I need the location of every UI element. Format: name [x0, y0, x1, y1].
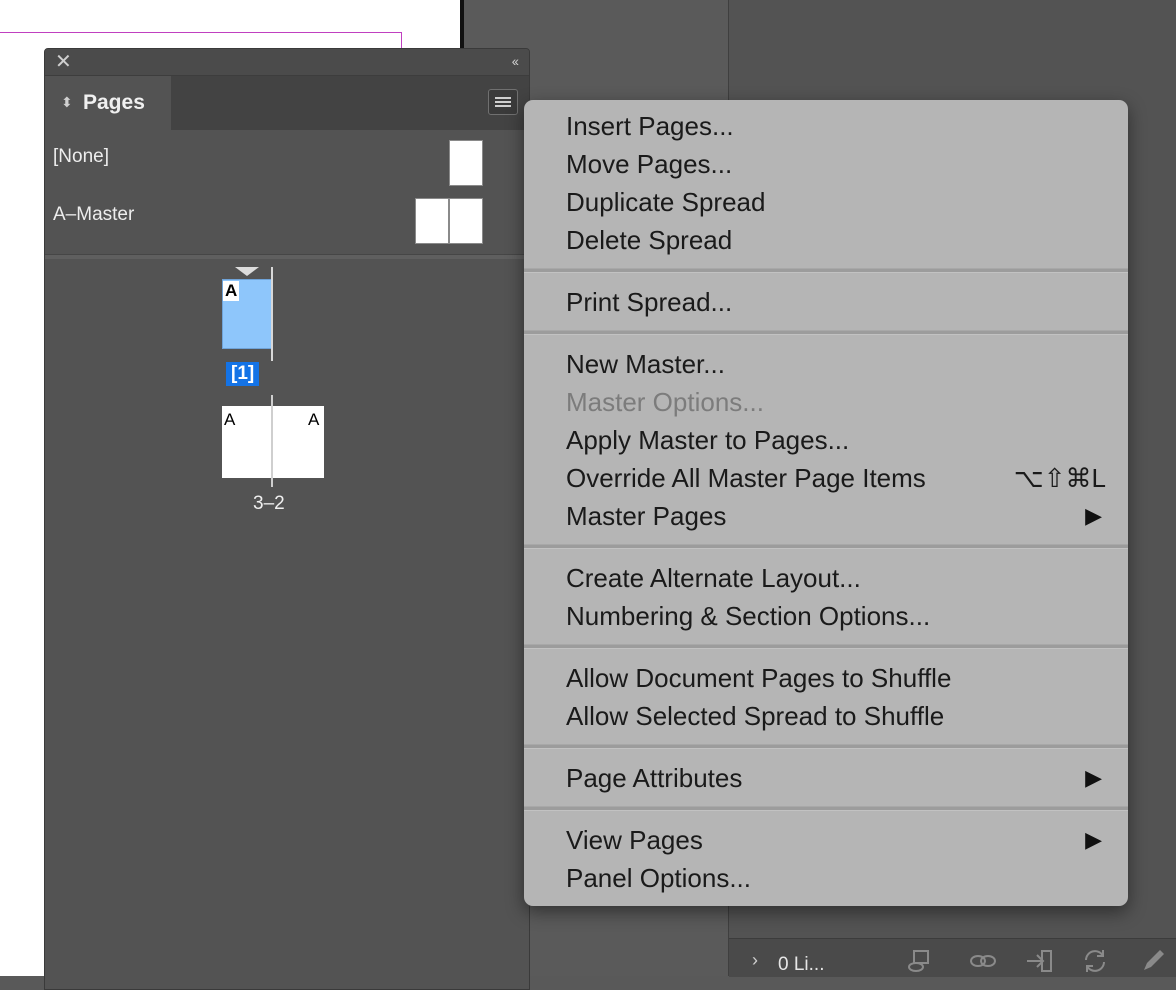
pages-panel: ✕ ‹‹ ⬍ Pages [None] A–Master A [1] A A 3… — [44, 48, 530, 990]
menu-item-label: Duplicate Spread — [566, 187, 766, 217]
menu-item-label: Create Alternate Layout... — [566, 563, 861, 593]
panel-divider[interactable] — [45, 254, 529, 259]
menu-separator — [524, 268, 1128, 273]
menu-item-delete-spread[interactable]: Delete Spread — [566, 221, 1106, 259]
close-icon[interactable]: ✕ — [55, 52, 72, 72]
menu-separator — [524, 806, 1128, 811]
menu-item-print-spread[interactable]: Print Spread... — [566, 283, 1106, 321]
relink-icon[interactable] — [906, 946, 936, 976]
updown-icon[interactable]: ⬍ — [61, 93, 73, 111]
master-prefix: A — [308, 410, 320, 429]
menu-item-label: Move Pages... — [566, 149, 733, 179]
go-to-link-icon[interactable] — [1024, 946, 1054, 976]
menu-item-label: Delete Spread — [566, 225, 733, 255]
master-prefix: A — [223, 281, 240, 301]
menu-item-label: Insert Pages... — [566, 111, 734, 141]
master-a-left-thumbnail[interactable] — [415, 198, 449, 244]
spread-2-label[interactable]: 3–2 — [253, 493, 285, 515]
menu-item-master-options: Master Options... — [566, 383, 1106, 421]
menu-separator — [524, 644, 1128, 649]
panel-tab-strip: ⬍ Pages — [45, 76, 529, 130]
spread-spine — [271, 395, 273, 487]
submenu-arrow-icon: ▶ — [1085, 503, 1102, 528]
submenu-arrow-icon: ▶ — [1085, 827, 1102, 852]
menu-item-view-pages[interactable]: View Pages ▶ — [566, 821, 1106, 859]
menu-item-insert-pages[interactable]: Insert Pages... — [566, 107, 1106, 145]
menu-item-label: Apply Master to Pages... — [566, 425, 850, 455]
menu-item-master-pages[interactable]: Master Pages ▶ — [566, 497, 1106, 535]
menu-item-page-attributes[interactable]: Page Attributes ▶ — [566, 759, 1106, 797]
spread-spine — [271, 267, 273, 361]
links-panel-status: 0 Li... — [778, 954, 825, 975]
page-1-label[interactable]: [1] — [226, 362, 260, 386]
menu-item-panel-options[interactable]: Panel Options... — [566, 859, 1106, 897]
menu-separator — [524, 544, 1128, 549]
update-link-icon[interactable] — [1080, 946, 1110, 976]
menu-separator — [524, 744, 1128, 749]
panel-menu-button[interactable] — [488, 89, 518, 115]
menu-item-label: Numbering & Section Options... — [566, 601, 931, 631]
menu-item-label: Override All Master Page Items — [566, 463, 926, 493]
master-none-thumbnail[interactable] — [449, 140, 483, 186]
master-a[interactable]: A–Master — [53, 204, 134, 226]
menu-item-label: View Pages — [566, 825, 703, 855]
menu-item-label: Allow Selected Spread to Shuffle — [566, 701, 945, 731]
menu-item-apply-master[interactable]: Apply Master to Pages... — [566, 421, 1106, 459]
menu-item-move-pages[interactable]: Move Pages... — [566, 145, 1106, 183]
menu-item-label: Master Pages — [566, 501, 727, 531]
menu-item-label: Allow Document Pages to Shuffle — [566, 663, 952, 693]
edit-original-icon[interactable] — [1138, 946, 1168, 976]
master-none[interactable]: [None] — [53, 146, 109, 168]
menu-item-label: Page Attributes — [566, 763, 743, 793]
menu-item-label: Panel Options... — [566, 863, 751, 893]
margin-guide — [0, 32, 402, 33]
link-icon[interactable] — [968, 946, 998, 976]
tab-label: Pages — [83, 91, 145, 114]
master-a-right-thumbnail[interactable] — [449, 198, 483, 244]
submenu-arrow-icon: ▶ — [1085, 765, 1102, 790]
menu-separator — [524, 330, 1128, 335]
chevron-right-icon[interactable]: › — [752, 950, 758, 971]
menu-item-numbering-section-options[interactable]: Numbering & Section Options... — [566, 597, 1106, 635]
current-page-indicator-icon — [235, 267, 259, 276]
menu-item-label: Master Options... — [566, 387, 764, 417]
menu-item-label: New Master... — [566, 349, 725, 379]
menu-item-duplicate-spread[interactable]: Duplicate Spread — [566, 183, 1106, 221]
menu-item-create-alternate-layout[interactable]: Create Alternate Layout... — [566, 559, 1106, 597]
tab-pages[interactable]: ⬍ Pages — [45, 76, 171, 130]
menu-item-allow-document-shuffle[interactable]: Allow Document Pages to Shuffle — [566, 659, 1106, 697]
panel-titlebar[interactable]: ✕ ‹‹ — [45, 49, 529, 76]
pages-panel-menu: Insert Pages... Move Pages... Duplicate … — [524, 100, 1128, 906]
menu-item-new-master[interactable]: New Master... — [566, 345, 1106, 383]
menu-item-label: Print Spread... — [566, 287, 733, 317]
collapse-icon[interactable]: ‹‹ — [512, 53, 519, 69]
menu-item-allow-spread-shuffle[interactable]: Allow Selected Spread to Shuffle — [566, 697, 1106, 735]
master-prefix: A — [224, 410, 236, 429]
menu-item-override-all[interactable]: Override All Master Page Items ⌥⇧⌘L — [566, 459, 1106, 497]
keyboard-shortcut: ⌥⇧⌘L — [1013, 463, 1106, 493]
